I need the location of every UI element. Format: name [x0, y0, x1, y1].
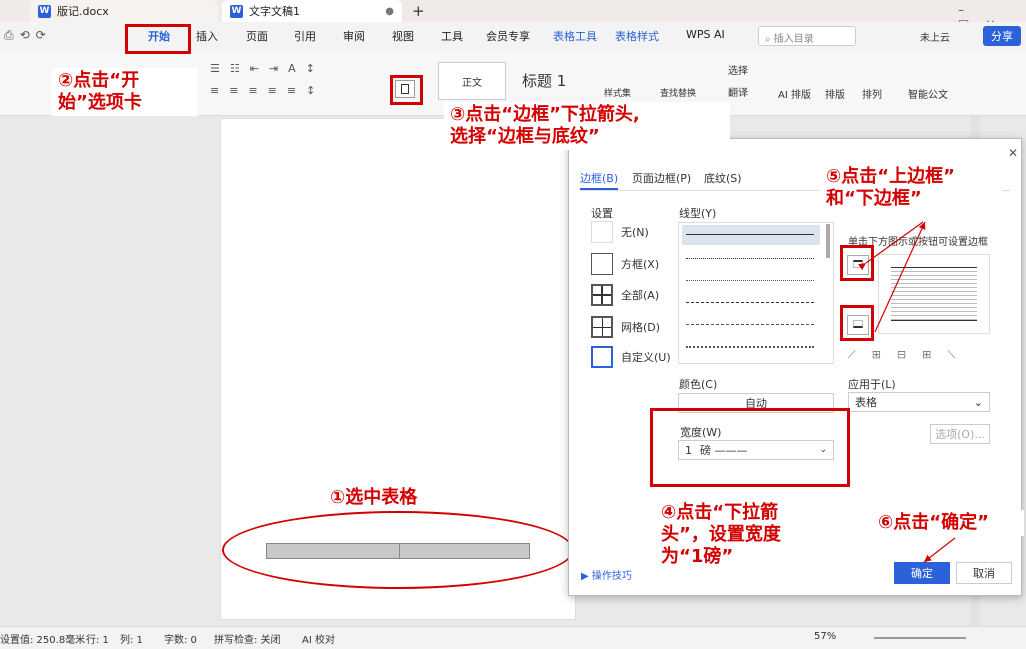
annotation-text: ③点击“边框”下拉箭头, [450, 104, 640, 125]
annotation-text: 始”选项卡 [58, 92, 142, 113]
annotation-text: ②点击“开 [58, 70, 140, 91]
annotation-step5: ⑤点击“上边框” 和“下边框” [820, 164, 1002, 212]
annotation-text: 为“1磅” [661, 546, 734, 567]
annotation-step2: ②点击“开 始”选项卡 [52, 68, 198, 116]
annotation-step6: ⑥点击“确定” [872, 510, 1024, 536]
annotation-text: ⑤点击“上边框” [826, 166, 955, 187]
annotation-text: 和“下边框” [826, 188, 922, 209]
annotation-text: 选择“边框与底纹” [450, 126, 600, 147]
annotation-step4: ④点击“下拉箭 头”，设置宽度 为“1磅” [655, 500, 849, 570]
annotation-step3: ③点击“边框”下拉箭头, 选择“边框与底纹” [444, 102, 730, 150]
annotation-text: 头”，设置宽度 [661, 524, 781, 545]
annotation-step1: ①选中表格 [330, 487, 418, 508]
annotation-text: ④点击“下拉箭 [661, 502, 779, 523]
